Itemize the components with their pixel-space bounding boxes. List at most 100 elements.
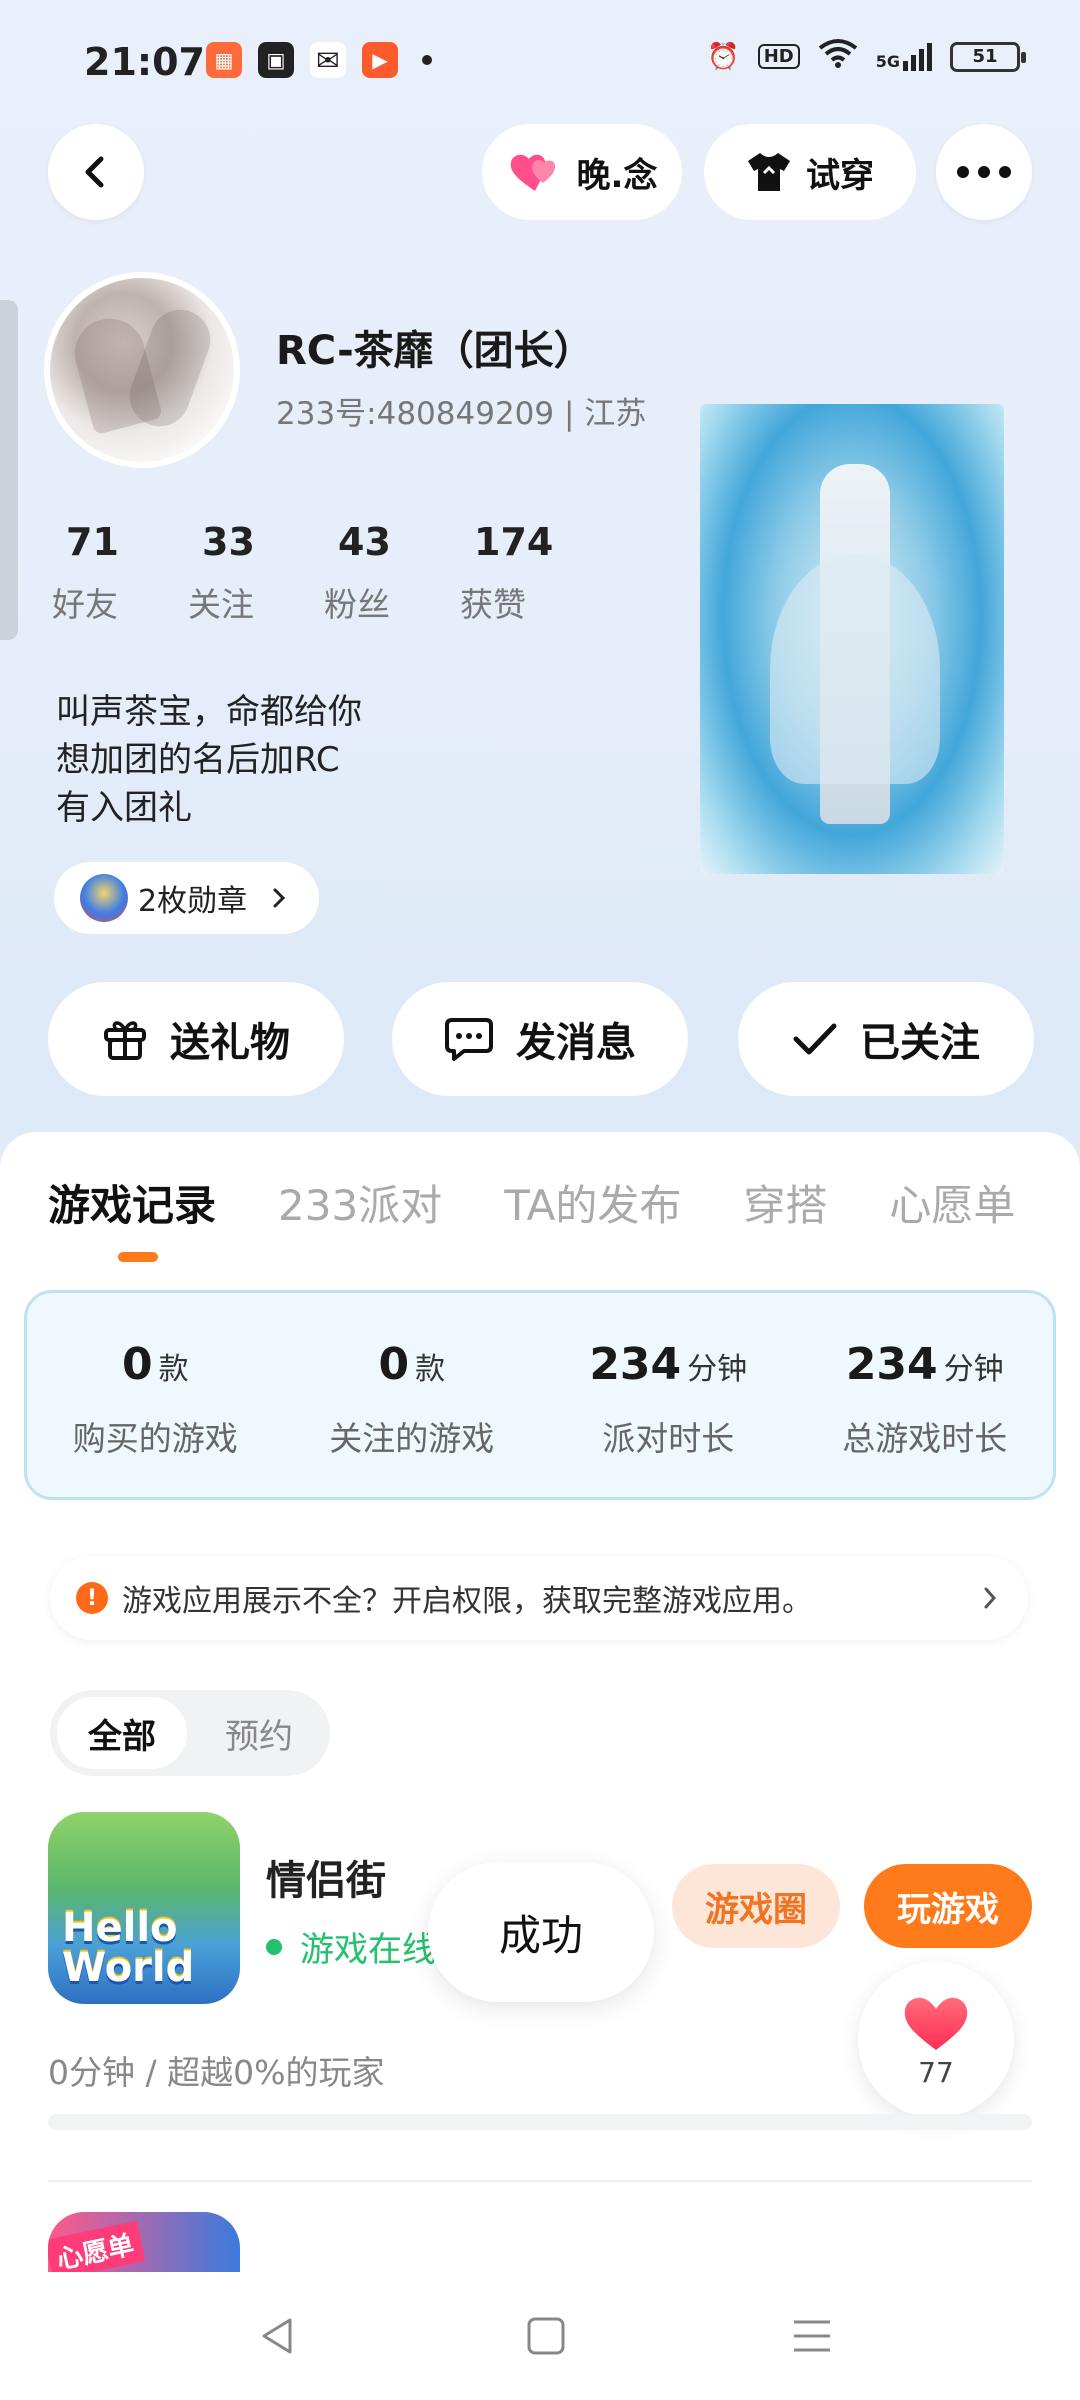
network-type: 5G [875,51,900,71]
notice-text: 游戏应用展示不全？开启权限，获取完整游戏应用。 [122,1584,812,1619]
game-filter-segment: 全部 预约 [50,1690,330,1776]
battery-icon: 51 [950,41,1026,72]
gift-icon [104,1021,146,1060]
summary-followed-games: 0款 关注的游戏 [284,1293,541,1497]
summary-unit: 款 [415,1352,446,1387]
tab-game-records[interactable]: 游戏记录 [48,1172,216,1233]
summary-label: 派对时长 [602,1419,735,1458]
game-playtime: 0分钟 / 超越0%的玩家 [48,2053,385,2092]
bio-line: 有入团礼 [56,788,192,828]
avatar[interactable] [44,272,240,468]
summary-label: 总游戏时长 [842,1419,1008,1458]
stat-likes[interactable]: 174 获赞 [460,520,596,626]
summary-unit: 分钟 [943,1352,1004,1387]
system-nav-bar [0,2272,1080,2400]
hd-icon: HD [757,44,800,69]
game-icon-text: Hello World [62,1905,195,1991]
wifi-icon [818,38,858,75]
summary-label: 购买的游戏 [72,1419,238,1458]
summary-value: 0 [378,1339,410,1390]
chat-bubble-icon [445,1018,493,1061]
try-on-label: 试穿 [806,155,874,196]
nickname-pill-label: 晚.念 [576,155,658,196]
stat-following[interactable]: 33 关注 [188,520,324,626]
nav-home-icon[interactable] [526,2316,566,2356]
send-message-label: 发消息 [516,1020,636,1066]
avatar-character-image[interactable] [700,404,1004,874]
wechat-icon: ✉ [310,42,346,78]
hearts-icon [510,154,555,191]
game-summary-panel: 0款 购买的游戏 0款 关注的游戏 234 分钟 派对时长 234 分钟 总游戏时长 [24,1290,1056,1500]
permission-notice[interactable]: ! 游戏应用展示不全？开启权限，获取完整游戏应用。 [50,1556,1028,1640]
status-bar: 21:07 ▦ ▣ ✉ ▶ ⏰ HD 5G 51 [0,0,1080,120]
signal-icon: 5G [875,42,932,71]
medals-button[interactable]: 2枚勋章 [54,862,320,934]
heart-icon [904,1997,968,2050]
bio-line: 想加团的名后加RC [56,740,340,780]
play-app-icon: ▶ [362,42,398,78]
stat-friends[interactable]: 71 好友 [52,520,188,626]
summary-unit: 分钟 [687,1352,748,1387]
stat-value: 33 [202,520,255,564]
notification-icons: ▦ ▣ ✉ ▶ [206,42,432,78]
app-notification-icon: ▦ [206,42,242,78]
list-divider [48,2180,1032,2182]
status-time: 21:07 [84,40,205,84]
followed-label: 已关注 [860,1020,980,1066]
try-on-button[interactable]: 试穿 [704,124,916,220]
stat-label: 好友 [52,585,118,624]
playtime-progress-bar [48,2114,1032,2130]
avatar-image [50,278,234,462]
profile-tabs: 游戏记录 233派对 TA的发布 穿搭 心愿单 [48,1172,1077,1233]
game-online-status: 游戏在线 [266,1922,436,1971]
side-edge-handle[interactable] [0,300,18,640]
tab-wishlist[interactable]: 心愿单 [889,1172,1015,1233]
summary-party-time: 234 分钟 派对时长 [540,1293,797,1497]
filter-all[interactable]: 全部 [57,1697,187,1769]
battery-level: 51 [972,46,998,67]
tab-outfits[interactable]: 穿搭 [743,1172,827,1233]
nav-back-icon[interactable] [258,2316,298,2356]
send-gift-label: 送礼物 [170,1020,290,1066]
online-status-text: 游戏在线 [300,1930,436,1970]
wishlist-tag: 心愿单 [48,2220,146,2272]
stat-label: 获赞 [460,585,526,624]
video-app-icon: ▣ [258,42,294,78]
game-circle-button[interactable]: 游戏圈 [672,1864,840,1948]
tab-233-party[interactable]: 233派对 [278,1172,442,1233]
checkmark-icon [793,1023,837,1055]
more-button[interactable] [936,124,1032,220]
system-icons: ⏰ HD 5G 51 [707,38,1026,75]
send-gift-button[interactable]: 送礼物 [48,982,344,1096]
summary-total-time: 234 分钟 总游戏时长 [797,1293,1054,1497]
profile-uid-location: 233号:480849209 | 江苏 [276,396,647,432]
like-button[interactable]: 77 [858,1962,1014,2118]
nav-menu-icon[interactable] [792,2316,832,2356]
stat-value: 174 [474,520,554,564]
play-game-button[interactable]: 玩游戏 [864,1864,1032,1948]
summary-purchased: 0款 购买的游戏 [27,1293,284,1497]
send-message-button[interactable]: 发消息 [392,982,688,1096]
warning-icon: ! [76,1582,108,1614]
chevron-right-icon [984,1587,997,1609]
active-tab-indicator [118,1252,158,1262]
stat-fans[interactable]: 43 粉丝 [324,520,460,626]
chevron-right-icon [273,888,286,908]
nickname-pill-button[interactable]: 晚.念 [482,124,682,220]
summary-value: 234 [589,1339,682,1390]
online-dot-icon [266,1938,282,1955]
back-button[interactable] [48,124,144,220]
more-dots-icon [957,166,1011,178]
game-icon-second[interactable]: 心愿单 [48,2212,240,2272]
filter-reserve[interactable]: 预约 [194,1697,324,1769]
profile-bio: 叫声茶宝，命都给你 想加团的名后加RC 有入团礼 [56,688,362,832]
success-toast: 成功 [428,1862,654,2002]
tab-posts[interactable]: TA的发布 [504,1172,681,1233]
alarm-icon: ⏰ [707,41,740,72]
game-name[interactable]: 情侣街 [266,1848,386,1906]
like-count: 77 [918,2055,954,2089]
followed-button[interactable]: 已关注 [738,982,1034,1096]
game-icon[interactable]: Hello World [48,1812,240,2004]
medal-icon [80,874,128,922]
stat-label: 关注 [188,585,254,624]
